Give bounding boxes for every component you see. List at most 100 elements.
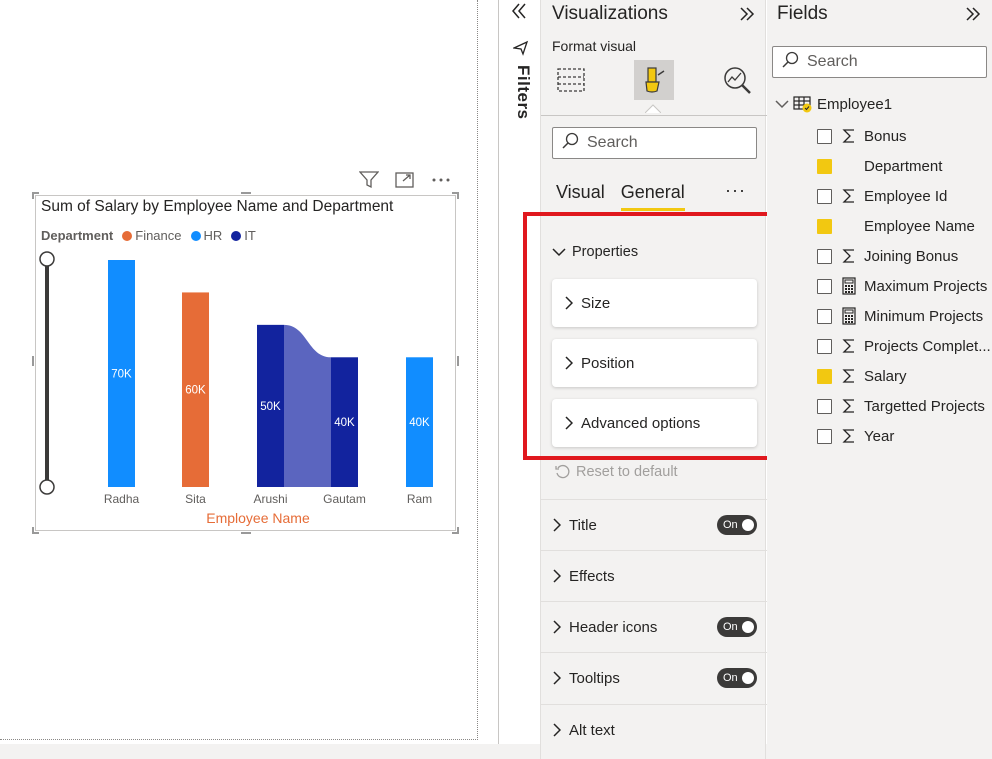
- fields-pane: Fields Employee1 Bonus Department Employee…: [767, 0, 992, 744]
- section-effects-label: Effects: [569, 567, 615, 585]
- legend-item-hr[interactable]: HR: [190, 228, 222, 243]
- highlight-box: [523, 212, 782, 460]
- expand-right-icon[interactable]: [965, 6, 981, 27]
- field-name: Department: [864, 157, 943, 175]
- field-checkbox[interactable]: [817, 278, 832, 294]
- filters-label[interactable]: Filters: [513, 65, 533, 120]
- field-checkbox[interactable]: [817, 158, 832, 174]
- field-item[interactable]: Year: [817, 425, 894, 447]
- visual-title: Sum of Salary by Employee Name and Depar…: [41, 198, 394, 215]
- legend-dot: [231, 230, 242, 241]
- format-visual-icon[interactable]: [634, 60, 674, 100]
- format-search-box[interactable]: [552, 127, 757, 159]
- section-tooltips[interactable]: Tooltips On: [541, 652, 767, 703]
- visual-header-icons: [358, 170, 452, 190]
- more-options-button[interactable]: ···: [725, 180, 746, 201]
- tab-general[interactable]: General: [620, 182, 685, 211]
- field-name: Employee Id: [864, 187, 948, 205]
- x-tick-label: Gautam: [323, 492, 366, 506]
- section-tooltips-label: Tooltips: [569, 669, 620, 687]
- field-checkbox[interactable]: [817, 188, 832, 204]
- legend-item-finance[interactable]: Finance: [122, 228, 182, 243]
- sigma-icon: [838, 338, 860, 354]
- field-item[interactable]: Employee Name: [817, 215, 975, 237]
- field-name: Year: [864, 427, 895, 445]
- field-item[interactable]: Projects Complet...: [817, 335, 991, 357]
- field-item[interactable]: Targetted Projects: [817, 395, 985, 417]
- build-visual-icon[interactable]: [551, 60, 591, 100]
- field-item[interactable]: Employee Id: [817, 185, 947, 207]
- chevron-right-icon: [553, 569, 561, 583]
- field-checkbox[interactable]: [817, 128, 832, 144]
- ribbon-it: [284, 324, 331, 487]
- section-header-icons[interactable]: Header icons On: [541, 601, 767, 652]
- ribbon-chart-visual[interactable]: 70K Radha 60K Sita 50K Arushi 40K Gautam 40K Ram E…: [32, 192, 459, 534]
- field-item[interactable]: Bonus: [817, 125, 907, 147]
- section-effects[interactable]: Effects: [541, 550, 767, 601]
- chevron-right-icon: [553, 518, 561, 532]
- field-name: Bonus: [864, 127, 907, 145]
- chevron-right-icon: [553, 671, 561, 685]
- legend-item-it[interactable]: IT: [231, 228, 256, 243]
- chevron-down-icon: [775, 100, 789, 109]
- chevron-right-icon: [553, 620, 561, 634]
- title-toggle[interactable]: On: [717, 515, 757, 535]
- table-name: Employee1: [817, 95, 893, 113]
- toggle-label: On: [723, 621, 738, 633]
- fields-search-input[interactable]: [807, 53, 957, 71]
- field-item[interactable]: Department: [817, 155, 942, 177]
- collapse-left-icon[interactable]: [511, 2, 527, 25]
- section-alt-text-label: Alt text: [569, 721, 615, 739]
- field-checkbox[interactable]: [817, 308, 832, 324]
- field-name: Employee Name: [864, 217, 975, 235]
- section-alt-text[interactable]: Alt text: [541, 704, 767, 755]
- report-canvas[interactable]: 70K Radha 60K Sita 50K Arushi 40K Gautam 40K Ram E…: [0, 0, 478, 740]
- section-header-icons-label: Header icons: [569, 618, 658, 636]
- toggle-label: On: [723, 672, 738, 684]
- fields-search-box[interactable]: [772, 46, 987, 78]
- field-checkbox[interactable]: [817, 218, 832, 234]
- field-item[interactable]: Salary: [817, 365, 907, 387]
- field-checkbox[interactable]: [817, 428, 832, 444]
- format-search-input[interactable]: [587, 134, 737, 152]
- power-bi-report: 70K Radha 60K Sita 50K Arushi 40K Gautam 40K Ram E…: [0, 0, 992, 759]
- field-item[interactable]: Joining Bonus: [817, 245, 958, 267]
- reset-to-default-button[interactable]: Reset to default: [554, 464, 678, 480]
- filter-funnel-icon: [511, 40, 529, 61]
- section-title[interactable]: Title On: [541, 499, 767, 550]
- field-checkbox[interactable]: [817, 338, 832, 354]
- analytics-icon[interactable]: [717, 60, 757, 100]
- field-checkbox[interactable]: [817, 248, 832, 264]
- field-checkbox[interactable]: [817, 398, 832, 414]
- calculator-icon: [838, 307, 860, 325]
- header-icons-toggle[interactable]: On: [717, 617, 757, 637]
- viz-mode-icons: [551, 60, 757, 102]
- format-visual-label: Format visual: [552, 38, 637, 54]
- chart-svg: 70K Radha 60K Sita 50K Arushi 40K Gautam 40K Ram E…: [39, 251, 433, 526]
- data-label: 60K: [185, 385, 206, 397]
- calculator-icon: [838, 277, 860, 295]
- x-tick-label: Ram: [407, 492, 432, 506]
- format-tabs: Visual General: [556, 182, 685, 211]
- visualizations-title: Visualizations: [552, 3, 668, 24]
- search-icon: [781, 51, 799, 74]
- field-item[interactable]: Minimum Projects: [817, 305, 983, 327]
- zoom-slider-handle-bottom[interactable]: [39, 479, 55, 495]
- field-checkbox[interactable]: [817, 368, 832, 384]
- toggle-label: On: [723, 519, 738, 531]
- tab-visual[interactable]: Visual: [556, 182, 605, 207]
- more-options-icon[interactable]: [430, 170, 452, 190]
- chevron-right-icon: [553, 723, 561, 737]
- table-node[interactable]: Employee1: [775, 95, 892, 113]
- field-item[interactable]: Maximum Projects: [817, 275, 987, 297]
- filter-icon[interactable]: [358, 170, 380, 190]
- tooltips-toggle[interactable]: On: [717, 668, 757, 688]
- field-name: Maximum Projects: [864, 277, 988, 295]
- expand-right-icon[interactable]: [739, 6, 755, 27]
- field-name: Targetted Projects: [864, 397, 985, 415]
- focus-mode-icon[interactable]: [394, 170, 416, 190]
- zoom-slider-handle-top[interactable]: [39, 251, 55, 267]
- x-tick-label: Arushi: [253, 492, 287, 506]
- sigma-icon: [838, 128, 860, 144]
- section-title-label: Title: [569, 516, 597, 534]
